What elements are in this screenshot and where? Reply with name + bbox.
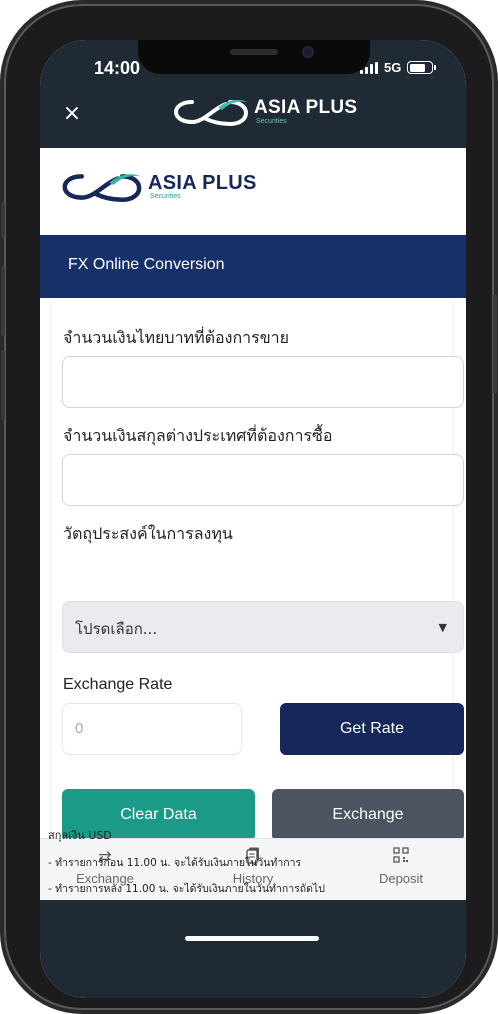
- home-indicator[interactable]: [185, 936, 319, 941]
- title-bar: FX Online Conversion: [40, 235, 466, 298]
- thb-amount-input[interactable]: [62, 356, 464, 408]
- exchange-rate-label: Exchange Rate: [63, 676, 173, 693]
- power-button: [493, 294, 497, 394]
- thb-amount-label: จำนวนเงินไทยบาทที่ต้องการขาย: [63, 328, 290, 347]
- usd-notes: สกุลเงิน USD - ทำรายการก่อน 11.00 น. จะไ…: [48, 826, 448, 897]
- page-brand-sub: Securities: [150, 193, 181, 200]
- home-indicator-area: [40, 900, 466, 998]
- infinity-logo-icon: [62, 174, 142, 202]
- note-after-cutoff: - ทำรายการหลัง 11.00 น. จะได้รับเงินภายใ…: [48, 883, 325, 895]
- volume-down-button: [1, 350, 5, 420]
- page-logo: ASIA PLUS Securities: [62, 170, 257, 204]
- purpose-label: วัตถุประสงค์ในการลงทุน: [63, 524, 233, 543]
- infinity-logo-icon: [174, 100, 249, 127]
- page-title: FX Online Conversion: [68, 256, 225, 273]
- page-brand-name: ASIA PLUS: [148, 172, 257, 194]
- front-camera: [302, 46, 314, 58]
- purpose-select[interactable]: โปรดเลือก... ▼: [62, 601, 464, 653]
- speaker-grille: [230, 49, 278, 55]
- caret-down-icon: ▼: [438, 621, 447, 634]
- fx-amount-label: จำนวนเงินสกุลต่างประเทศที่ต้องการซื้อ: [63, 426, 333, 445]
- exchange-rate-input[interactable]: 0: [62, 703, 242, 755]
- notch: [138, 40, 370, 74]
- get-rate-button[interactable]: Get Rate: [280, 703, 464, 755]
- fx-form-card: จำนวนเงินไทยบาทที่ต้องการขาย จำนวนเงินสก…: [52, 298, 464, 841]
- nav-brand-name: ASIA PLUS: [254, 97, 358, 118]
- close-button[interactable]: ×: [60, 102, 84, 126]
- battery-icon: [407, 61, 437, 74]
- volume-up-button: [1, 266, 5, 336]
- purpose-select-value: โปรดเลือก...: [75, 620, 158, 638]
- signal-icon: [360, 61, 378, 74]
- fx-amount-input[interactable]: [62, 454, 464, 506]
- network-type: 5G: [384, 60, 402, 75]
- nav-logo: ASIA PLUS Securities: [174, 96, 357, 128]
- note-before-cutoff: - ทำรายการก่อน 11.00 น. จะได้รับเงินภายใ…: [48, 857, 302, 869]
- status-time: 14:00: [94, 58, 141, 78]
- nav-brand-sub: Securities: [256, 118, 287, 125]
- page-header: ASIA PLUS Securities: [40, 148, 466, 235]
- mute-switch: [1, 202, 5, 238]
- note-currency: สกุลเงิน USD: [48, 829, 112, 842]
- exchange-rate-value: 0: [75, 720, 84, 737]
- status-indicators: 5G: [360, 60, 437, 75]
